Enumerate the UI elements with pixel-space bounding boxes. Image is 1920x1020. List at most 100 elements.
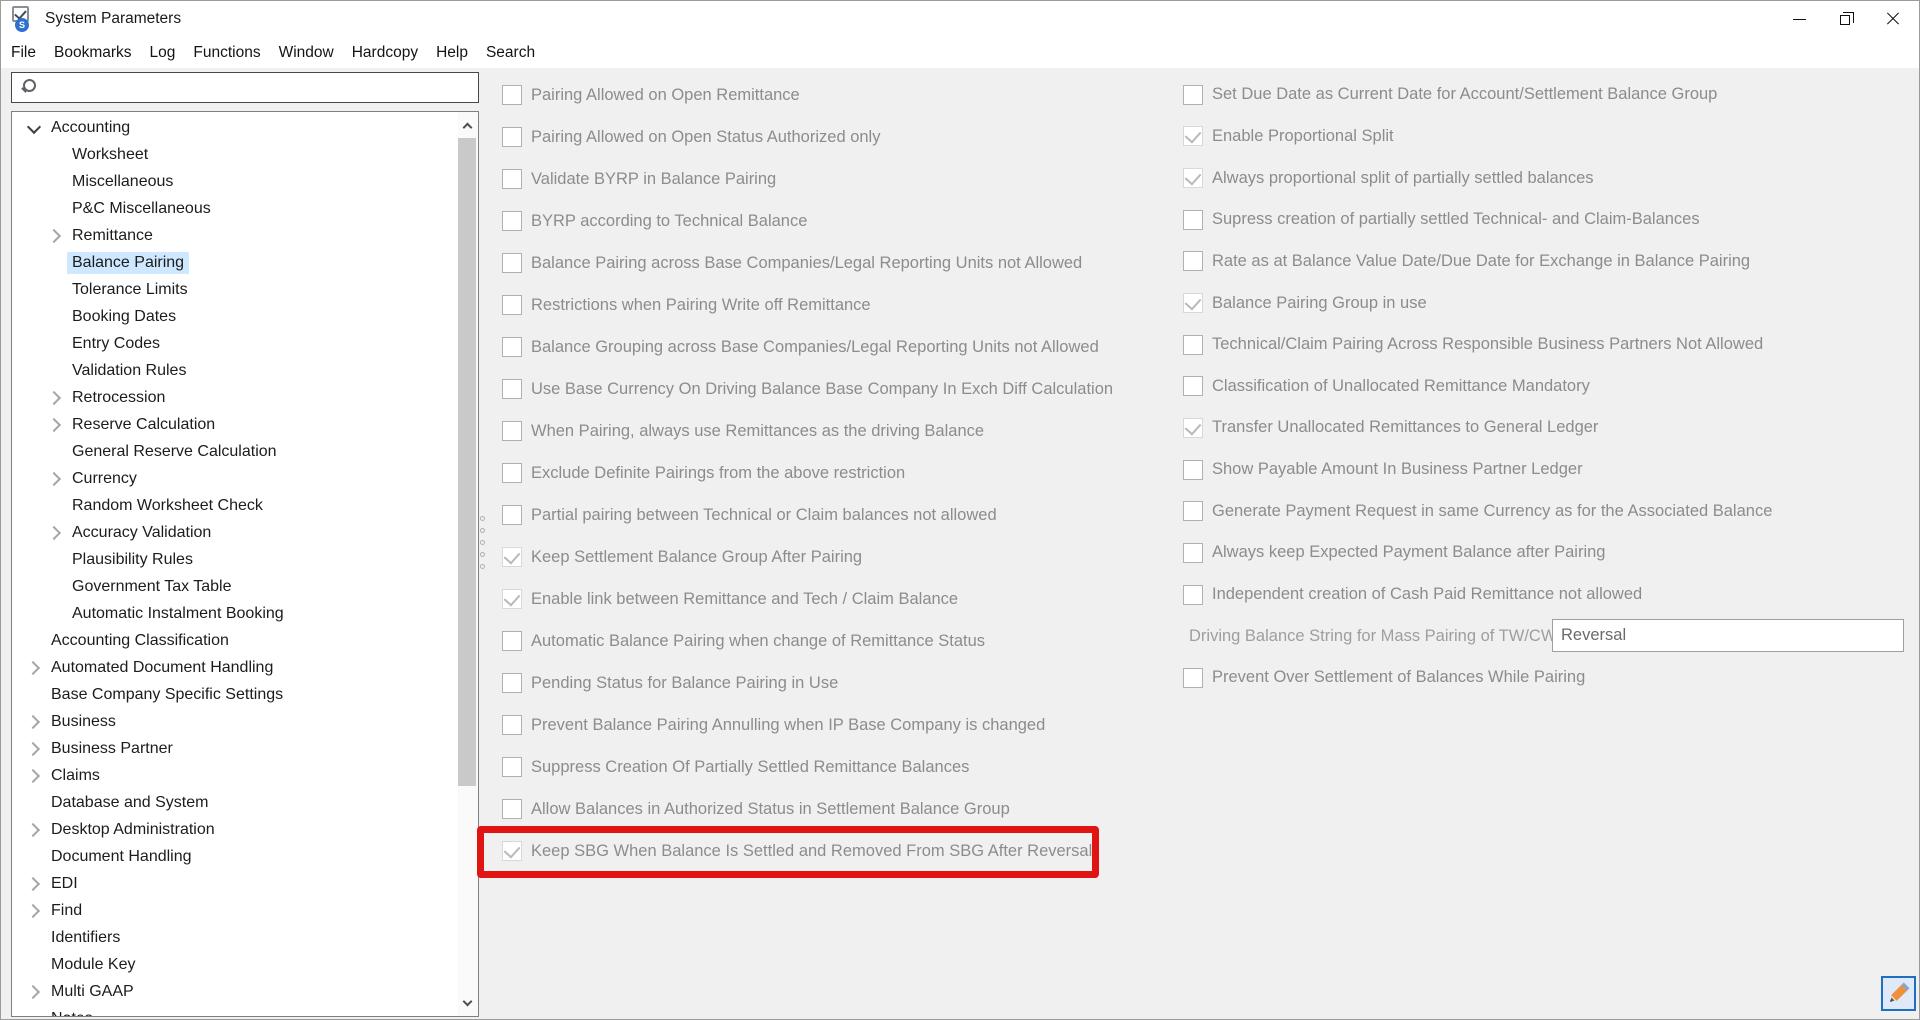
chevron-right-icon[interactable] <box>45 225 67 247</box>
checkbox[interactable] <box>1183 85 1203 105</box>
checkbox[interactable] <box>502 253 522 273</box>
checkbox[interactable] <box>1183 543 1203 563</box>
tree-item-edi[interactable]: EDI <box>12 870 457 897</box>
chevron-right-icon[interactable] <box>24 657 46 679</box>
tree-item-currency[interactable]: Currency <box>12 465 457 492</box>
tree-item-miscellaneous[interactable]: Miscellaneous <box>12 168 457 195</box>
checkbox-checked[interactable] <box>502 841 522 861</box>
menu-item-window[interactable]: Window <box>270 44 343 62</box>
checkbox[interactable] <box>502 295 522 315</box>
minimize-button[interactable] <box>1776 1 1823 37</box>
checkbox[interactable] <box>502 127 522 147</box>
chevron-right-icon[interactable] <box>45 387 67 409</box>
checkbox[interactable] <box>502 757 522 777</box>
tree-item-desktop-administration[interactable]: Desktop Administration <box>12 816 457 843</box>
tree-item-tolerance-limits[interactable]: Tolerance Limits <box>12 276 457 303</box>
menu-item-log[interactable]: Log <box>141 44 185 62</box>
tree-item-base-company-specific-settings[interactable]: Base Company Specific Settings <box>12 681 457 708</box>
tree-item-accounting[interactable]: Accounting <box>12 114 457 141</box>
tree-item-government-tax-table[interactable]: Government Tax Table <box>12 573 457 600</box>
chevron-right-icon[interactable] <box>24 765 46 787</box>
chevron-right-icon[interactable] <box>24 873 46 895</box>
tree-item-automatic-instalment-booking[interactable]: Automatic Instalment Booking <box>12 600 457 627</box>
menu-item-hardcopy[interactable]: Hardcopy <box>343 44 427 62</box>
checkbox-checked[interactable] <box>1183 168 1203 188</box>
tree-item-worksheet[interactable]: Worksheet <box>12 141 457 168</box>
tree-item-document-handling[interactable]: Document Handling <box>12 843 457 870</box>
tree-item-automated-document-handling[interactable]: Automated Document Handling <box>12 654 457 681</box>
tree-item-entry-codes[interactable]: Entry Codes <box>12 330 457 357</box>
menu-item-bookmarks[interactable]: Bookmarks <box>45 44 141 62</box>
tree-item-business-partner[interactable]: Business Partner <box>12 735 457 762</box>
menu-item-search[interactable]: Search <box>477 44 544 62</box>
chevron-right-icon[interactable] <box>45 414 67 436</box>
checkbox[interactable] <box>1183 210 1203 230</box>
checkbox[interactable] <box>502 379 522 399</box>
tree-item-notes[interactable]: Notes <box>12 1005 457 1017</box>
checkbox[interactable] <box>502 85 522 105</box>
tree-item-module-key[interactable]: Module Key <box>12 951 457 978</box>
tree-item-accuracy-validation[interactable]: Accuracy Validation <box>12 519 457 546</box>
tree-item-accounting-classification[interactable]: Accounting Classification <box>12 627 457 654</box>
search-input[interactable] <box>39 75 471 100</box>
scroll-up-button[interactable] <box>458 112 478 138</box>
checkbox[interactable] <box>502 463 522 483</box>
chevron-right-icon[interactable] <box>24 900 46 922</box>
checkbox[interactable] <box>1183 501 1203 521</box>
checkbox[interactable] <box>502 421 522 441</box>
checkbox[interactable] <box>1183 460 1203 480</box>
tree-item-reserve-calculation[interactable]: Reserve Calculation <box>12 411 457 438</box>
tree-item-p-c-miscellaneous[interactable]: P&C Miscellaneous <box>12 195 457 222</box>
tree-item-identifiers[interactable]: Identifiers <box>12 924 457 951</box>
tree-item-remittance[interactable]: Remittance <box>12 222 457 249</box>
tree-item-claims[interactable]: Claims <box>12 762 457 789</box>
chevron-down-icon[interactable] <box>24 117 46 139</box>
checkbox[interactable] <box>502 169 522 189</box>
checkbox[interactable] <box>502 337 522 357</box>
tree-item-random-worksheet-check[interactable]: Random Worksheet Check <box>12 492 457 519</box>
tree-item-multi-gaap[interactable]: Multi GAAP <box>12 978 457 1005</box>
checkbox[interactable] <box>1183 668 1203 688</box>
menu-item-functions[interactable]: Functions <box>184 44 269 62</box>
restore-button[interactable] <box>1823 1 1870 37</box>
checkbox[interactable] <box>502 673 522 693</box>
checkbox[interactable] <box>1183 335 1203 355</box>
chevron-right-icon[interactable] <box>24 981 46 1003</box>
scrollbar-thumb[interactable] <box>458 138 476 786</box>
tree-item-retrocession[interactable]: Retrocession <box>12 384 457 411</box>
checkbox[interactable] <box>1183 376 1203 396</box>
chevron-right-icon[interactable] <box>24 819 46 841</box>
checkbox[interactable] <box>1183 251 1203 271</box>
close-button[interactable] <box>1870 1 1917 37</box>
checkbox-checked[interactable] <box>1183 293 1203 313</box>
tree-item-booking-dates[interactable]: Booking Dates <box>12 303 457 330</box>
chevron-right-icon[interactable] <box>45 468 67 490</box>
splitter-handle[interactable] <box>480 516 487 576</box>
tree-item-business[interactable]: Business <box>12 708 457 735</box>
tree-item-validation-rules[interactable]: Validation Rules <box>12 357 457 384</box>
chevron-right-icon[interactable] <box>45 522 67 544</box>
chevron-right-icon[interactable] <box>24 738 46 760</box>
checkbox[interactable] <box>502 631 522 651</box>
checkbox-checked[interactable] <box>1183 126 1203 146</box>
menu-item-file[interactable]: File <box>2 44 45 62</box>
checkbox-checked[interactable] <box>502 589 522 609</box>
tree-scrollbar[interactable] <box>458 112 478 1016</box>
checkbox[interactable] <box>502 211 522 231</box>
chevron-right-icon[interactable] <box>24 711 46 733</box>
tree-item-general-reserve-calculation[interactable]: General Reserve Calculation <box>12 438 457 465</box>
menu-item-help[interactable]: Help <box>427 44 477 62</box>
driving-balance-input[interactable] <box>1552 619 1904 652</box>
scroll-down-button[interactable] <box>458 990 478 1016</box>
tree-item-balance-pairing[interactable]: Balance Pairing <box>12 249 457 276</box>
checkbox-checked[interactable] <box>1183 418 1203 438</box>
checkbox[interactable] <box>502 715 522 735</box>
checkbox[interactable] <box>1183 585 1203 605</box>
checkbox[interactable] <box>502 505 522 525</box>
tree-item-database-and-system[interactable]: Database and System <box>12 789 457 816</box>
tree-item-plausibility-rules[interactable]: Plausibility Rules <box>12 546 457 573</box>
edit-pencil-button[interactable] <box>1881 976 1916 1011</box>
checkbox-checked[interactable] <box>502 547 522 567</box>
checkbox[interactable] <box>502 799 522 819</box>
tree-item-find[interactable]: Find <box>12 897 457 924</box>
